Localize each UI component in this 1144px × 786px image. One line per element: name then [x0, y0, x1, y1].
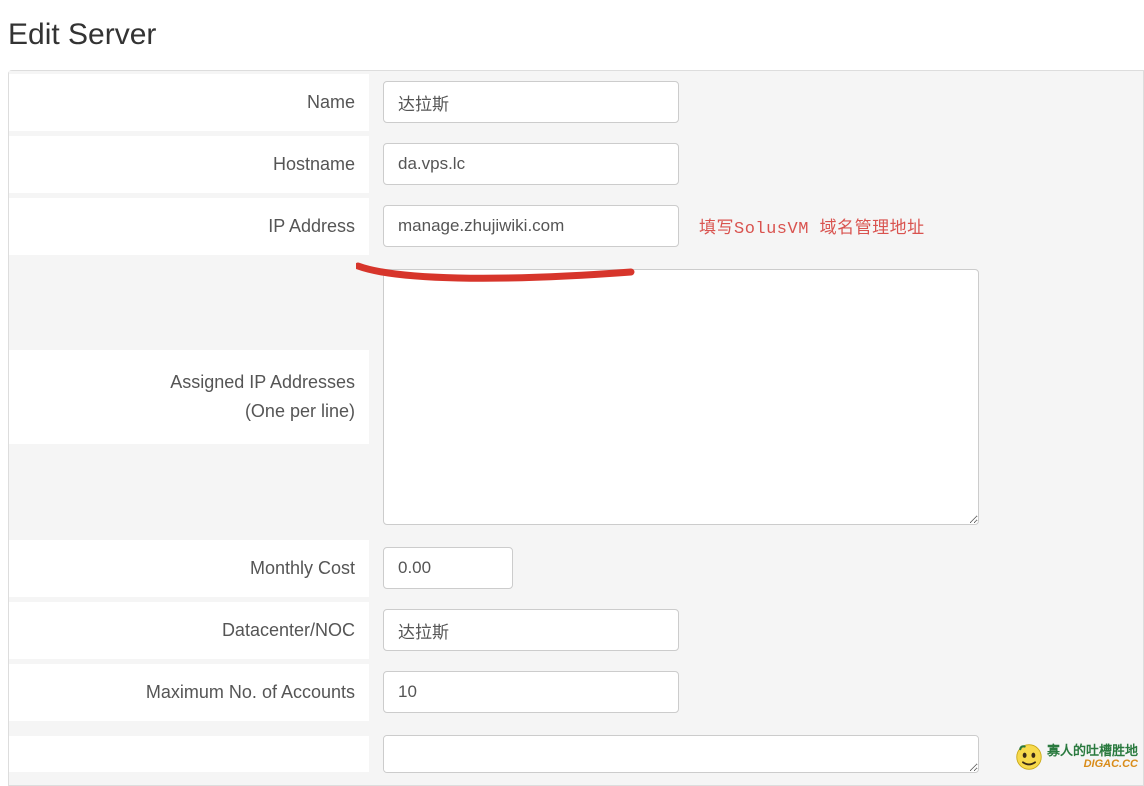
datacenter-input[interactable]	[383, 609, 679, 651]
name-input[interactable]	[383, 81, 679, 123]
watermark-line2: DIGAC.CC	[1047, 758, 1138, 770]
watermark-line1: 寡人的吐槽胜地	[1047, 744, 1138, 758]
ip-address-hint: 填写SolusVM 域名管理地址	[699, 213, 925, 239]
label-ip-address: IP Address	[9, 198, 369, 255]
monthly-cost-input[interactable]	[383, 547, 513, 589]
row-datacenter: Datacenter/NOC	[9, 599, 1143, 661]
bottom-textarea[interactable]	[383, 735, 979, 773]
row-ip-address: IP Address 填写SolusVM 域名管理地址	[9, 195, 1143, 257]
page-title: Edit Server	[0, 0, 1144, 70]
label-max-accounts: Maximum No. of Accounts	[9, 664, 369, 721]
label-datacenter: Datacenter/NOC	[9, 602, 369, 659]
watermark: 寡人的吐槽胜地 DIGAC.CC	[1015, 743, 1138, 771]
label-name: Name	[9, 74, 369, 131]
watermark-face-icon	[1015, 743, 1043, 771]
row-max-accounts: Maximum No. of Accounts	[9, 661, 1143, 723]
row-bottom-textarea	[9, 723, 1143, 785]
row-monthly-cost: Monthly Cost	[9, 537, 1143, 599]
edit-server-form: Name Hostname IP Address 填写SolusVM 域名管理地…	[8, 70, 1144, 786]
label-hostname: Hostname	[9, 136, 369, 193]
label-assigned-ips-line1: Assigned IP Addresses	[19, 368, 355, 397]
row-hostname: Hostname	[9, 133, 1143, 195]
label-assigned-ips-line2: (One per line)	[19, 397, 355, 426]
row-name: Name	[9, 71, 1143, 133]
label-monthly-cost: Monthly Cost	[9, 540, 369, 597]
max-accounts-input[interactable]	[383, 671, 679, 713]
label-bottom-empty	[9, 736, 369, 772]
ip-address-input[interactable]	[383, 205, 679, 247]
label-assigned-ips: Assigned IP Addresses (One per line)	[9, 350, 369, 444]
assigned-ips-textarea[interactable]	[383, 269, 979, 525]
hostname-input[interactable]	[383, 143, 679, 185]
row-assigned-ips: Assigned IP Addresses (One per line)	[9, 257, 1143, 537]
